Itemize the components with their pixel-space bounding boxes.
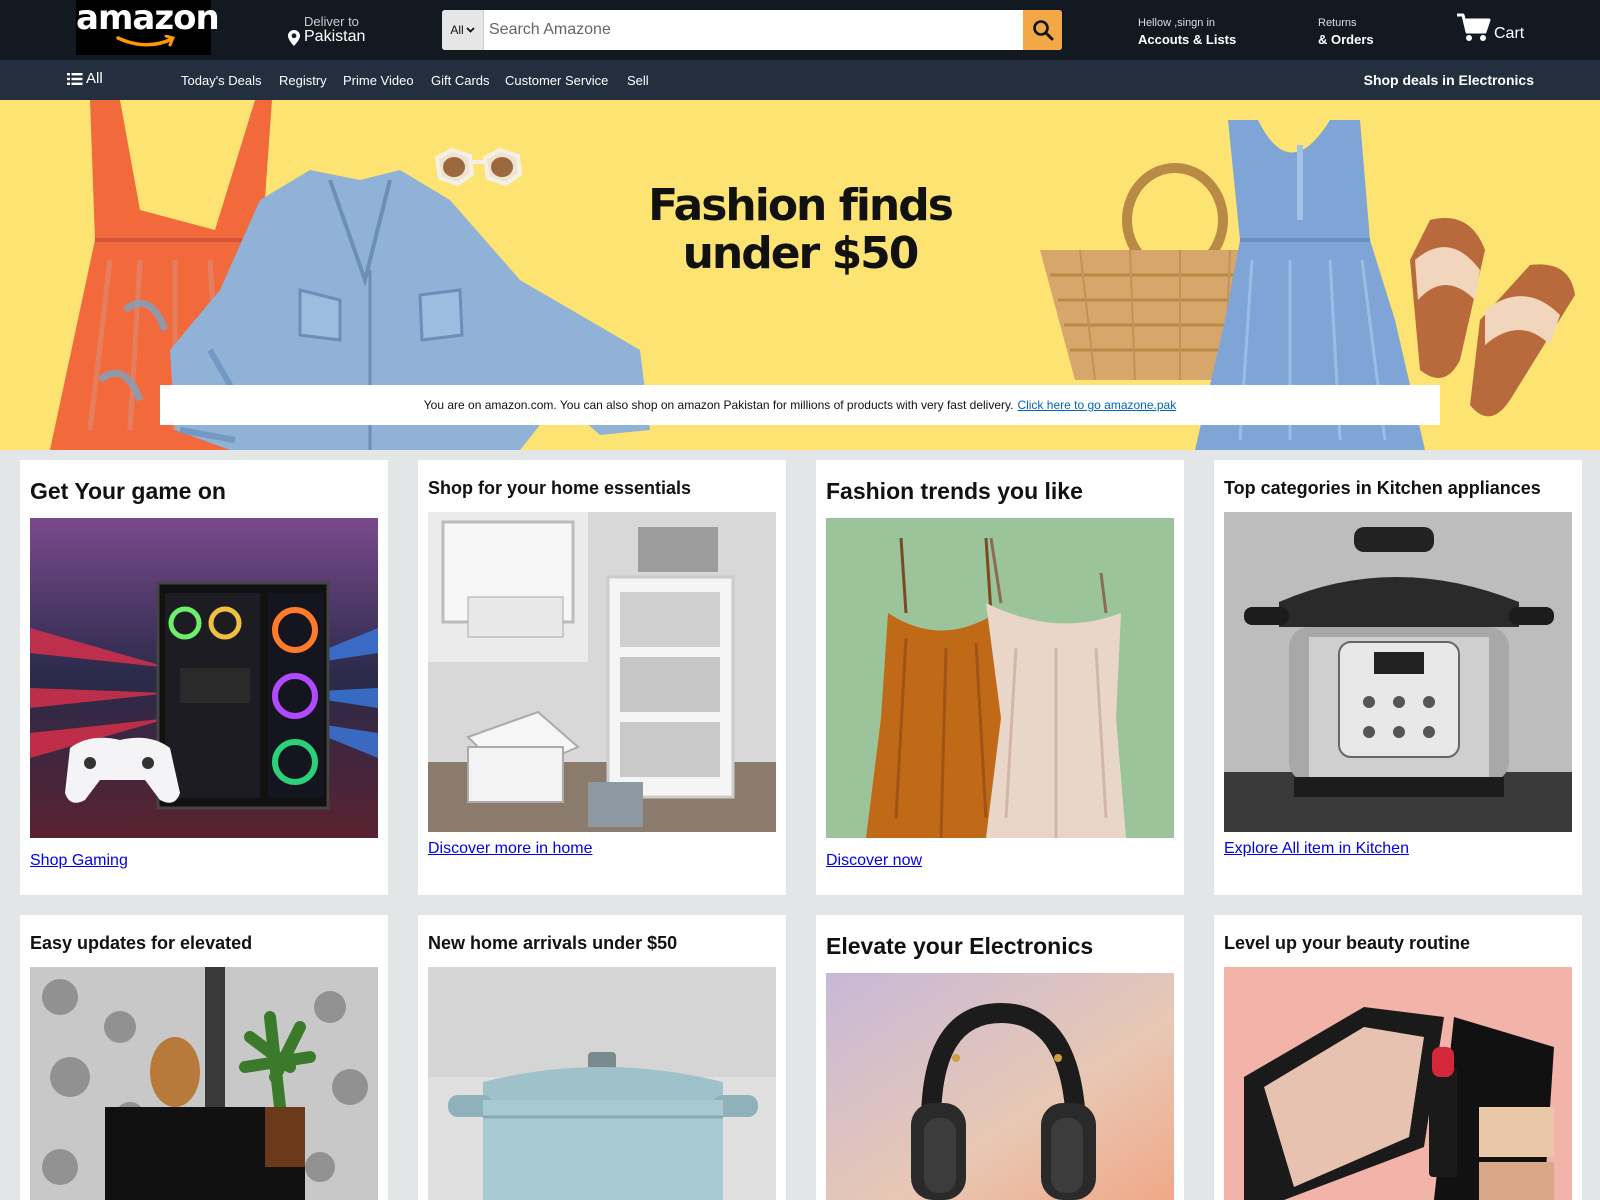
card-beauty: Level up your beauty routine	[1214, 915, 1582, 1200]
card-fashion-trends: Fashion trends you like Discover now	[816, 460, 1184, 895]
hero-title-line2: under $50	[682, 228, 920, 279]
chevron-down-icon	[466, 27, 475, 33]
all-menu-button[interactable]: All	[67, 70, 103, 87]
card-new-home-arrivals: New home arrivals under $50	[418, 915, 786, 1200]
region-notice: You are on amazon.com. You can also shop…	[160, 385, 1440, 425]
search-category-select[interactable]: All	[442, 10, 484, 50]
logo-smile-icon	[116, 35, 176, 47]
explore-kitchen-link[interactable]: Explore All item in Kitchen	[1224, 840, 1409, 858]
search-input[interactable]	[485, 10, 1015, 50]
card-title: New home arrivals under $50	[428, 933, 678, 953]
card-home-essentials: Shop for your home essentials Discover m…	[418, 460, 786, 895]
shop-gaming-link[interactable]: Shop Gaming	[30, 852, 128, 870]
sub-nav: All Today's Deals Registry Prime Video G…	[0, 60, 1600, 100]
card-gaming: Get Your game on Shop Gaming	[20, 460, 388, 895]
notice-link[interactable]: Click here to go amazone.pak	[1017, 398, 1176, 412]
deliver-label: Deliver to	[304, 14, 359, 29]
nav-todays-deals[interactable]: Today's Deals	[181, 73, 262, 88]
card-kitchen: Top categories in Kitchen appliances Exp…	[1214, 460, 1582, 895]
gaming-pc-image	[30, 518, 378, 838]
card-title: Shop for your home essentials	[428, 478, 692, 498]
card-title: Easy updates for elevated	[30, 933, 253, 953]
card-title: Top categories in Kitchen appliances	[1224, 478, 1541, 498]
location-pin-icon	[288, 30, 300, 46]
card-image-beauty[interactable]	[1224, 967, 1572, 1200]
nav-gift-cards[interactable]: Gift Cards	[431, 73, 490, 88]
top-nav: amazon Deliver to Pakistan All Hellow ,s…	[0, 0, 1600, 60]
discover-home-link[interactable]: Discover more in home	[428, 840, 593, 858]
hamburger-menu-icon	[67, 72, 83, 85]
card-image-cookware[interactable]	[428, 967, 776, 1200]
card-title: Fashion trends you like	[826, 478, 1083, 504]
search-button[interactable]	[1023, 10, 1062, 50]
nav-registry[interactable]: Registry	[279, 73, 327, 88]
card-image-decor[interactable]	[30, 967, 378, 1200]
nav-prime-video[interactable]: Prime Video	[343, 73, 414, 88]
nav-customer-service[interactable]: Customer Service	[505, 73, 608, 88]
amazon-logo[interactable]: amazon	[76, 0, 220, 55]
all-menu-label: All	[86, 70, 103, 87]
makeup-palette-image	[1224, 967, 1572, 1200]
home-decor-image	[30, 967, 378, 1200]
home-storage-image	[428, 512, 776, 832]
account-label: Accouts & Lists	[1138, 32, 1237, 47]
notice-text: You are on amazon.com. You can also shop…	[423, 398, 1014, 412]
hero-title: Fashion finds under $50	[600, 182, 1000, 278]
account-greeting: Hellow ,singn in	[1138, 17, 1216, 29]
cart-label: Cart	[1494, 25, 1525, 42]
pressure-cooker-image	[1224, 512, 1572, 832]
card-image-electronics[interactable]	[826, 973, 1174, 1200]
search-bar: All	[442, 10, 1062, 50]
returns-label: Returns	[1318, 17, 1357, 29]
card-image-kitchen[interactable]	[1224, 512, 1572, 832]
card-image-fashion[interactable]	[826, 518, 1174, 838]
electronics-deals-link[interactable]: Shop deals in Electronics	[1364, 72, 1534, 88]
card-title: Get Your game on	[30, 478, 226, 504]
card-image-home[interactable]	[428, 512, 776, 832]
search-category-value: All	[450, 23, 464, 37]
dutch-oven-image	[428, 967, 776, 1200]
hero-title-line1: Fashion finds	[648, 180, 954, 231]
card-easy-updates: Easy updates for elevated	[20, 915, 388, 1200]
nav-sell[interactable]: Sell	[627, 73, 649, 88]
discover-now-link[interactable]: Discover now	[826, 852, 922, 870]
search-icon	[1032, 20, 1053, 41]
card-title: Elevate your Electronics	[826, 933, 1094, 959]
slip-dresses-image	[826, 518, 1174, 838]
hero-banner[interactable]: Fashion finds under $50 You are on amazo…	[0, 100, 1600, 450]
card-electronics: Elevate your Electronics	[816, 915, 1184, 1200]
card-image-gaming[interactable]	[30, 518, 378, 838]
cart-icon	[1457, 13, 1491, 41]
card-title: Level up your beauty routine	[1224, 933, 1471, 953]
deliver-location: Pakistan	[304, 28, 366, 45]
headphones-image	[826, 973, 1174, 1200]
logo-text: amazon	[76, 0, 220, 38]
orders-label: & Orders	[1318, 32, 1374, 47]
